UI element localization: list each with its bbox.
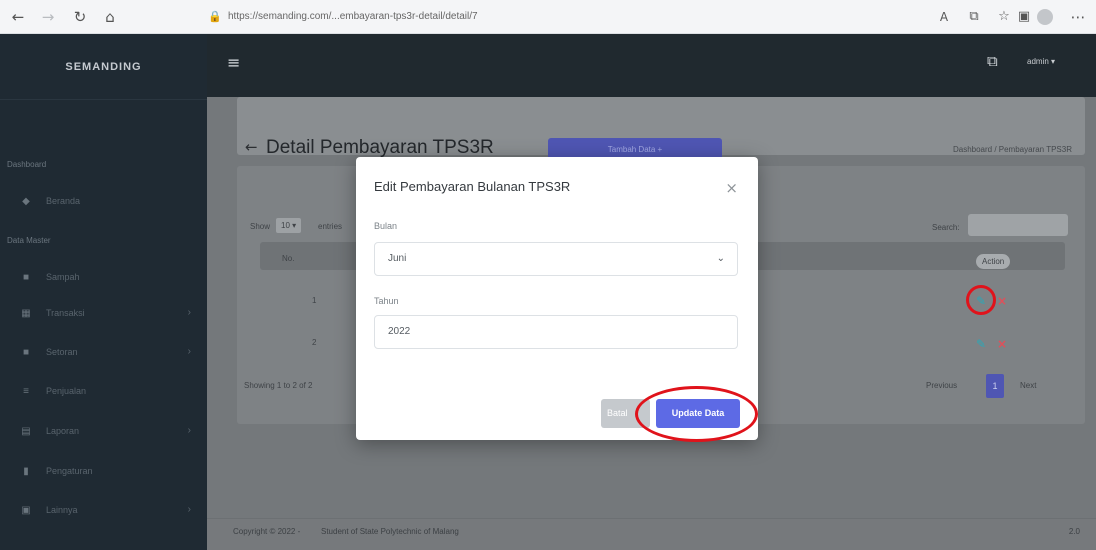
browser-toolbar: ← → ↻ ⌂ 🔒 https://semanding.com/...embay… bbox=[0, 0, 1096, 34]
address-bar[interactable]: 🔒 https://semanding.com/...embayaran-tps… bbox=[208, 8, 628, 26]
brand-logo[interactable]: SEMANDING bbox=[0, 34, 207, 100]
list-icon: ≡ bbox=[23, 386, 29, 397]
doc-icon: ▤ bbox=[21, 426, 31, 437]
highlight-circle bbox=[635, 386, 758, 442]
read-aloud-icon[interactable]: A bbox=[934, 7, 954, 27]
chevron-right-icon: › bbox=[187, 346, 191, 357]
home-icon: ◆ bbox=[22, 196, 30, 207]
entries-label: entries bbox=[318, 222, 343, 231]
tab-icon[interactable]: ⧉ bbox=[964, 7, 984, 27]
hamburger-menu-icon[interactable]: ≡ bbox=[227, 53, 240, 72]
search-label: Search: bbox=[932, 223, 960, 232]
sidebar: SEMANDING Dashboard ◆ Beranda Data Master… bbox=[0, 34, 207, 550]
box-icon: ■ bbox=[22, 347, 30, 358]
home-icon[interactable]: ⌂ bbox=[100, 7, 120, 27]
chevron-right-icon: › bbox=[187, 504, 191, 515]
sidebar-item-0[interactable]: ◆ Beranda bbox=[0, 186, 207, 216]
previous-page-button[interactable]: Previous bbox=[926, 381, 957, 390]
sidebar-item-1[interactable]: ■ Sampah bbox=[0, 262, 207, 292]
sidebar-item-6[interactable]: ▮ Pengaturan bbox=[0, 456, 207, 486]
table-cell-no: 1 bbox=[312, 296, 317, 305]
back-arrow-icon[interactable]: ← bbox=[8, 7, 28, 27]
column-header-no[interactable]: No. bbox=[282, 254, 294, 263]
url-text: https://semanding.com/...embayaran-tps3r… bbox=[228, 11, 478, 22]
sidebar-item-4[interactable]: ≡ Penjualan bbox=[0, 376, 207, 406]
breadcrumb: Dashboard / Pembayaran TPS3R bbox=[952, 145, 1072, 154]
sidebar-section-title: Data Master bbox=[7, 236, 51, 245]
table-cell-no: 2 bbox=[312, 338, 317, 347]
year-label: Tahun bbox=[374, 296, 399, 306]
user-menu[interactable]: admin ▾ bbox=[1027, 57, 1055, 66]
favorites-icon[interactable]: ☆ bbox=[994, 7, 1014, 27]
close-icon[interactable]: × bbox=[725, 179, 738, 197]
chevron-down-icon: ⌄ bbox=[716, 253, 725, 264]
entries-select[interactable]: 10 ▾ bbox=[276, 218, 302, 233]
table-info: Showing 1 to 2 of 2 bbox=[244, 381, 313, 390]
sidebar-item-7[interactable]: ▣ Lainnya › bbox=[0, 495, 207, 525]
highlight-circle bbox=[966, 285, 996, 315]
modal-title: Edit Pembayaran Bulanan TPS3R bbox=[374, 179, 571, 194]
edit-icon[interactable]: ✎ bbox=[976, 337, 986, 351]
back-arrow-icon[interactable]: ← bbox=[245, 138, 258, 156]
sidebar-item-2[interactable]: ▦ Transaksi › bbox=[0, 298, 207, 328]
delete-icon[interactable]: × bbox=[997, 337, 1007, 351]
sidebar-item-5[interactable]: ▤ Laporan › bbox=[0, 416, 207, 446]
copyright-text: Copyright © 2022 - bbox=[233, 527, 301, 536]
chevron-right-icon: › bbox=[187, 425, 191, 436]
footer: Copyright © 2022 - Student of State Poly… bbox=[207, 518, 1096, 550]
lock-icon: 🔒 bbox=[208, 11, 222, 23]
month-label: Bulan bbox=[374, 221, 398, 231]
collections-icon[interactable]: ▣ bbox=[1014, 7, 1034, 27]
file-icon: ▮ bbox=[23, 466, 29, 477]
trash-icon: ■ bbox=[22, 272, 30, 283]
column-header-action[interactable]: Action bbox=[976, 254, 1011, 269]
show-label: Show bbox=[250, 222, 271, 231]
topbar: ≡ ⧉ admin ▾ bbox=[207, 34, 1096, 97]
profile-avatar[interactable] bbox=[1037, 9, 1053, 25]
menu-icon: ▣ bbox=[21, 505, 31, 516]
footer-version: 2.0 bbox=[1068, 527, 1080, 536]
delete-icon[interactable]: × bbox=[997, 294, 1007, 308]
year-input[interactable]: 2022 bbox=[374, 315, 738, 349]
forward-arrow-icon[interactable]: → bbox=[38, 7, 58, 27]
page-1-button[interactable]: 1 bbox=[986, 374, 1004, 398]
notification-icon[interactable]: ⧉ bbox=[987, 52, 998, 70]
sidebar-section-title: Dashboard bbox=[7, 160, 47, 169]
more-icon[interactable]: ⋯ bbox=[1068, 7, 1088, 27]
chevron-right-icon: › bbox=[187, 307, 191, 318]
refresh-icon[interactable]: ↻ bbox=[70, 7, 90, 27]
footer-org-link[interactable]: Student of State Polytechnic of Malang bbox=[321, 527, 459, 536]
next-page-button[interactable]: Next bbox=[1020, 381, 1036, 390]
page-title: Detail Pembayaran TPS3R bbox=[266, 137, 494, 158]
cart-icon: ▦ bbox=[21, 308, 31, 319]
sidebar-item-3[interactable]: ■ Setoran › bbox=[0, 337, 207, 367]
search-input[interactable] bbox=[968, 214, 1068, 236]
month-select[interactable]: Juni ⌄ bbox=[374, 242, 738, 276]
